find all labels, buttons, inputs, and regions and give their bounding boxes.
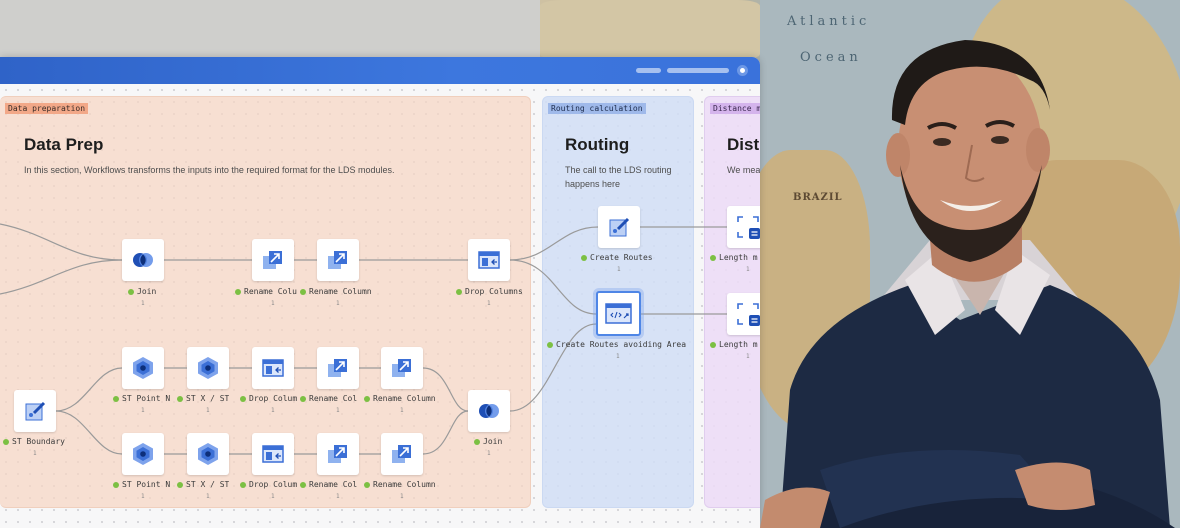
length-icon [737,303,760,326]
st-point-icon [133,357,153,379]
drop-columns-icon [262,445,284,463]
node-count: 1 [487,300,491,307]
node-label: Drop Colum [240,480,297,489]
join-icon [479,404,499,418]
user-avatar-icon[interactable] [737,65,748,76]
node-st-boundary[interactable] [14,390,56,432]
rename-column-icon [392,445,411,463]
node-st-point[interactable] [122,433,164,475]
create-routes-area-icon [605,303,632,324]
node-label: Rename Column [364,394,436,403]
node-rename-column[interactable] [381,433,423,475]
node-drop-columns[interactable] [252,347,294,389]
node-length-measure[interactable] [727,293,760,335]
node-label: Rename Col [300,480,357,489]
rename-column-icon [328,359,347,377]
node-label: Drop Columns [456,287,523,296]
node-label: ST X / ST [177,480,229,489]
workflow-edges [0,223,727,455]
node-rename-column[interactable] [317,239,359,281]
node-label: Join [474,437,502,446]
window-titlebar [0,57,760,84]
rename-column-icon [328,445,347,463]
node-count: 1 [336,300,340,307]
length-icon [737,216,760,239]
node-count: 1 [206,493,210,500]
node-label: ST Boundary [3,437,65,446]
create-routes-icon [609,217,630,237]
node-count: 1 [271,493,275,500]
node-create-routes-avoiding-area[interactable] [596,291,641,336]
node-count: 1 [33,450,37,457]
node-count: 1 [141,493,145,500]
st-boundary-icon [25,401,46,421]
node-label: Join [128,287,156,296]
titlebar-placeholder-long [667,68,729,73]
node-count: 1 [336,493,340,500]
node-st-point[interactable] [122,347,164,389]
node-rename-column[interactable] [252,239,294,281]
node-label: Rename Column [364,480,436,489]
node-label: Create Routes avoiding Area [547,340,686,349]
node-label: Rename Col [300,394,357,403]
node-count: 1 [271,300,275,307]
node-st-x-st-y[interactable] [187,433,229,475]
titlebar-placeholder-short [636,68,661,73]
drop-columns-icon [262,359,284,377]
node-count: 1 [400,407,404,414]
st-point-icon [133,443,153,465]
node-join-top[interactable] [122,239,164,281]
node-drop-columns[interactable] [468,239,510,281]
node-count: 1 [487,450,491,457]
node-label: ST Point N [113,480,170,489]
workflows-window: Data preparation Data Prep In this secti… [0,57,760,528]
speaker-photo [760,0,1180,528]
node-count: 1 [617,266,621,273]
node-length-measure[interactable] [727,206,760,248]
drop-columns-icon [478,251,500,269]
node-label: ST Point N [113,394,170,403]
node-count: 1 [746,353,750,360]
node-label: Rename Colu [235,287,297,296]
node-count: 1 [141,300,145,307]
node-drop-columns[interactable] [252,433,294,475]
node-label: Length m [710,340,758,349]
workflow-canvas[interactable]: Data preparation Data Prep In this secti… [0,84,760,528]
node-label: Length m [710,253,758,262]
node-create-routes[interactable] [598,206,640,248]
rename-column-icon [263,251,282,269]
node-label: Create Routes [581,253,653,262]
node-count: 1 [400,493,404,500]
node-label: Drop Colum [240,394,297,403]
node-count: 1 [616,353,620,360]
node-join-bottom[interactable] [468,390,510,432]
hero-stage: Atlantic Ocean BRAZIL Data preparation D… [0,0,1180,528]
node-rename-column[interactable] [381,347,423,389]
node-count: 1 [141,407,145,414]
rename-column-icon [392,359,411,377]
node-count: 1 [336,407,340,414]
node-label: ST X / ST [177,394,229,403]
person-illustration [760,40,1175,528]
st-point-icon [198,357,218,379]
node-count: 1 [206,407,210,414]
rename-column-icon [328,251,347,269]
join-icon [133,253,153,267]
node-label: Rename Column [300,287,372,296]
node-rename-column[interactable] [317,347,359,389]
st-point-icon [198,443,218,465]
node-st-x-st-y[interactable] [187,347,229,389]
node-count: 1 [271,407,275,414]
node-count: 1 [746,266,750,273]
node-rename-column[interactable] [317,433,359,475]
